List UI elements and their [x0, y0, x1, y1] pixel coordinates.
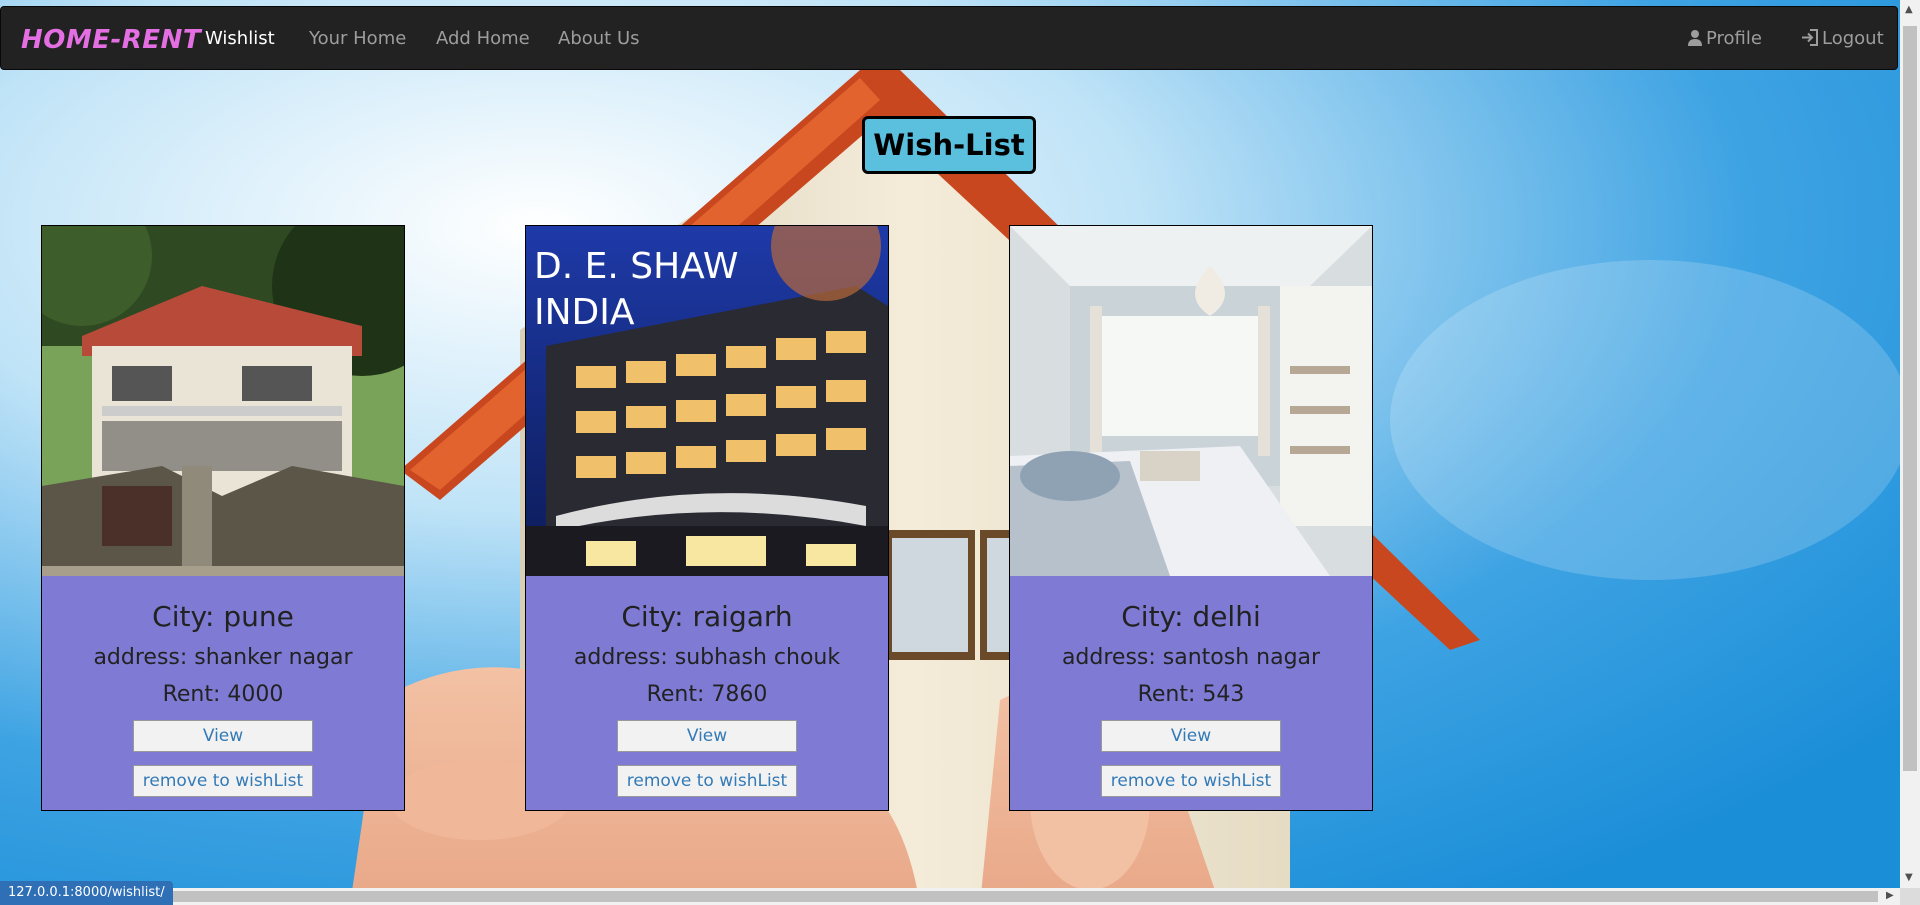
view-button[interactable]: View — [1101, 720, 1281, 752]
card-address: address: santosh nagar — [1061, 645, 1321, 670]
page-title: Wish-List — [862, 116, 1036, 174]
card-rent: Rent: 4000 — [162, 682, 284, 707]
vertical-scrollbar[interactable]: ▲ ▼ — [1900, 0, 1920, 888]
scroll-right-icon[interactable]: ▶ — [1886, 890, 1894, 901]
remove-from-wishlist-button[interactable]: remove to wishList — [1101, 765, 1281, 797]
vertical-scroll-thumb[interactable] — [1903, 26, 1917, 771]
horizontal-scroll-thumb[interactable] — [18, 891, 1878, 902]
horizontal-scrollbar[interactable]: ◀ ▶ — [0, 888, 1900, 905]
wishlist-card: City: delhi address: santosh nagar Rent:… — [1009, 225, 1373, 811]
logout-label: Logout — [1822, 28, 1884, 49]
scroll-up-icon[interactable]: ▲ — [1905, 4, 1913, 15]
nav-link-add-home[interactable]: Add Home — [436, 28, 530, 49]
scrollbar-corner — [1900, 888, 1920, 905]
card-city: City: delhi — [1121, 600, 1261, 633]
status-bar-url: 127.0.0.1:8000/wishlist/ — [0, 881, 173, 905]
nav-link-your-home[interactable]: Your Home — [309, 28, 406, 49]
logout-link[interactable]: Logout — [1801, 28, 1884, 51]
card-rent: Rent: 543 — [1137, 682, 1245, 707]
nav-link-wishlist[interactable]: Wishlist — [205, 28, 275, 49]
scroll-down-icon[interactable]: ▼ — [1905, 872, 1913, 883]
user-icon — [1687, 29, 1703, 51]
card-city: City: pune — [152, 600, 294, 633]
house-photo — [42, 226, 404, 576]
nav-link-about-us[interactable]: About Us — [558, 28, 640, 49]
view-button[interactable]: View — [617, 720, 797, 752]
view-button[interactable]: View — [133, 720, 313, 752]
remove-from-wishlist-button[interactable]: remove to wishList — [617, 765, 797, 797]
log-in-icon — [1801, 29, 1819, 51]
card-address: address: subhash chouk — [573, 645, 841, 670]
bedroom-photo — [1010, 226, 1372, 576]
wishlist-card: City: pune address: shanker nagar Rent: … — [41, 225, 405, 811]
photo-caption-line1: D. E. SHAW — [534, 246, 738, 287]
remove-from-wishlist-button[interactable]: remove to wishList — [133, 765, 313, 797]
card-rent: Rent: 7860 — [646, 682, 768, 707]
profile-label: Profile — [1706, 28, 1762, 49]
brand-logo[interactable]: HOME-RENT — [21, 25, 201, 55]
card-address: address: shanker nagar — [93, 645, 353, 670]
card-city: City: raigarh — [621, 600, 793, 633]
wishlist-card: D. E. SHAW INDIA City: raigarh address: … — [525, 225, 889, 811]
navbar: HOME-RENT Wishlist Your Home Add Home Ab… — [0, 6, 1898, 70]
building-photo: D. E. SHAW INDIA — [526, 226, 888, 576]
profile-link[interactable]: Profile — [1687, 28, 1762, 51]
photo-caption-line2: INDIA — [534, 292, 635, 333]
